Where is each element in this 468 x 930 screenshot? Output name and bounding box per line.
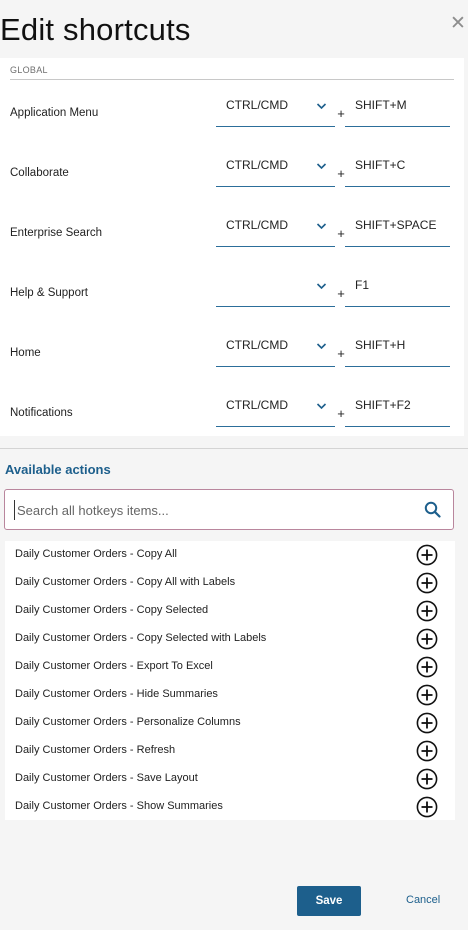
key-value: SHIFT+SPACE [355,218,437,232]
key-value: SHIFT+H [355,338,406,352]
add-circle-icon[interactable] [416,684,438,706]
modifier-value: CTRL/CMD [226,98,288,112]
key-value: SHIFT+F2 [355,398,411,412]
action-list-item: Daily Customer Orders - Hide Summaries [5,681,455,709]
key-value: SHIFT+M [355,98,407,112]
chevron-down-icon [316,343,327,350]
cancel-button[interactable]: Cancel [406,894,440,906]
action-label: Daily Customer Orders - Copy All with La… [15,576,236,588]
modifier-select[interactable]: CTRL/CMD [216,390,335,427]
add-circle-icon[interactable] [416,796,438,818]
modifier-value: CTRL/CMD [226,158,288,172]
add-circle-icon[interactable] [416,656,438,678]
shortcut-name: Collaborate [10,167,69,179]
available-actions-heading: Available actions [5,462,111,477]
add-circle-icon[interactable] [416,628,438,650]
shortcut-row: Help & Support + F1 [0,264,464,324]
dialog-title: Edit shortcuts [0,12,191,47]
available-actions-list: Daily Customer Orders - Copy All Daily Cu… [5,541,455,820]
shortcut-row: Notifications CTRL/CMD + SHIFT+F2 [0,384,464,444]
action-label: Daily Customer Orders - Copy Selected wi… [15,632,267,644]
action-list-item: Daily Customer Orders - Copy Selected wi… [5,625,455,653]
search-input[interactable] [14,500,407,520]
action-list-item: Daily Customer Orders - Export To Excel [5,653,455,681]
add-circle-icon[interactable] [416,712,438,734]
action-label: Daily Customer Orders - Copy All [15,548,177,560]
shortcut-row: Enterprise Search CTRL/CMD + SHIFT+SPACE [0,204,464,264]
add-circle-icon[interactable] [416,740,438,762]
action-list-item: Daily Customer Orders - Copy All [5,541,455,569]
action-label: Daily Customer Orders - Copy Selected [15,604,209,616]
modifier-value: CTRL/CMD [226,398,288,412]
panel-divider [0,448,468,449]
action-label: Daily Customer Orders - Show Summaries [15,800,223,812]
section-label-global: GLOBAL [10,65,48,75]
shortcut-name: Help & Support [10,287,88,299]
key-field[interactable]: SHIFT+H [345,330,450,367]
action-list-item: Daily Customer Orders - Save Layout [5,765,455,793]
shortcut-name: Home [10,347,41,359]
shortcut-name: Application Menu [10,107,99,119]
chevron-down-icon [316,223,327,230]
shortcut-row: Home CTRL/CMD + SHIFT+H [0,324,464,384]
key-value: SHIFT+C [355,158,406,172]
key-field[interactable]: SHIFT+C [345,150,450,187]
chevron-down-icon [316,163,327,170]
close-icon[interactable]: ✕ [450,14,466,34]
action-label: Daily Customer Orders - Hide Summaries [15,688,218,700]
action-label: Daily Customer Orders - Save Layout [15,772,198,784]
key-field[interactable]: F1 [345,270,450,307]
add-circle-icon[interactable] [416,768,438,790]
key-field[interactable]: SHIFT+F2 [345,390,450,427]
action-list-item: Daily Customer Orders - Copy All with La… [5,569,455,597]
key-field[interactable]: SHIFT+SPACE [345,210,450,247]
modifier-select[interactable]: CTRL/CMD [216,330,335,367]
chevron-down-icon [316,403,327,410]
save-button[interactable]: Save [297,886,361,916]
shortcut-row: Application Menu CTRL/CMD + SHIFT+M [0,84,464,144]
shortcut-name: Enterprise Search [10,227,103,239]
action-label: Daily Customer Orders - Refresh [15,744,176,756]
shortcut-name: Notifications [10,407,73,419]
key-field[interactable]: SHIFT+M [345,90,450,127]
action-list-item: Daily Customer Orders - Refresh [5,737,455,765]
shortcut-row: Collaborate CTRL/CMD + SHIFT+C [0,144,464,204]
chevron-down-icon [316,283,327,290]
modifier-value: CTRL/CMD [226,218,288,232]
action-label: Daily Customer Orders - Export To Excel [15,660,213,672]
action-label: Daily Customer Orders - Personalize Colu… [15,716,241,728]
search-box [4,489,454,530]
add-circle-icon[interactable] [416,572,438,594]
action-list-item: Daily Customer Orders - Personalize Colu… [5,709,455,737]
add-circle-icon[interactable] [416,600,438,622]
add-circle-icon[interactable] [416,544,438,566]
modifier-select[interactable]: CTRL/CMD [216,150,335,187]
modifier-select[interactable]: CTRL/CMD [216,210,335,247]
modifier-value: CTRL/CMD [226,338,288,352]
section-divider [10,79,454,80]
action-list-item: Daily Customer Orders - Show Summaries [5,793,455,821]
global-shortcuts-panel: GLOBAL Application Menu CTRL/CMD + SHIFT+M C… [0,58,464,436]
chevron-down-icon [316,103,327,110]
search-icon[interactable] [424,501,441,518]
modifier-select[interactable] [216,270,335,307]
action-list-item: Daily Customer Orders - Copy Selected [5,597,455,625]
key-value: F1 [355,278,370,292]
modifier-select[interactable]: CTRL/CMD [216,90,335,127]
